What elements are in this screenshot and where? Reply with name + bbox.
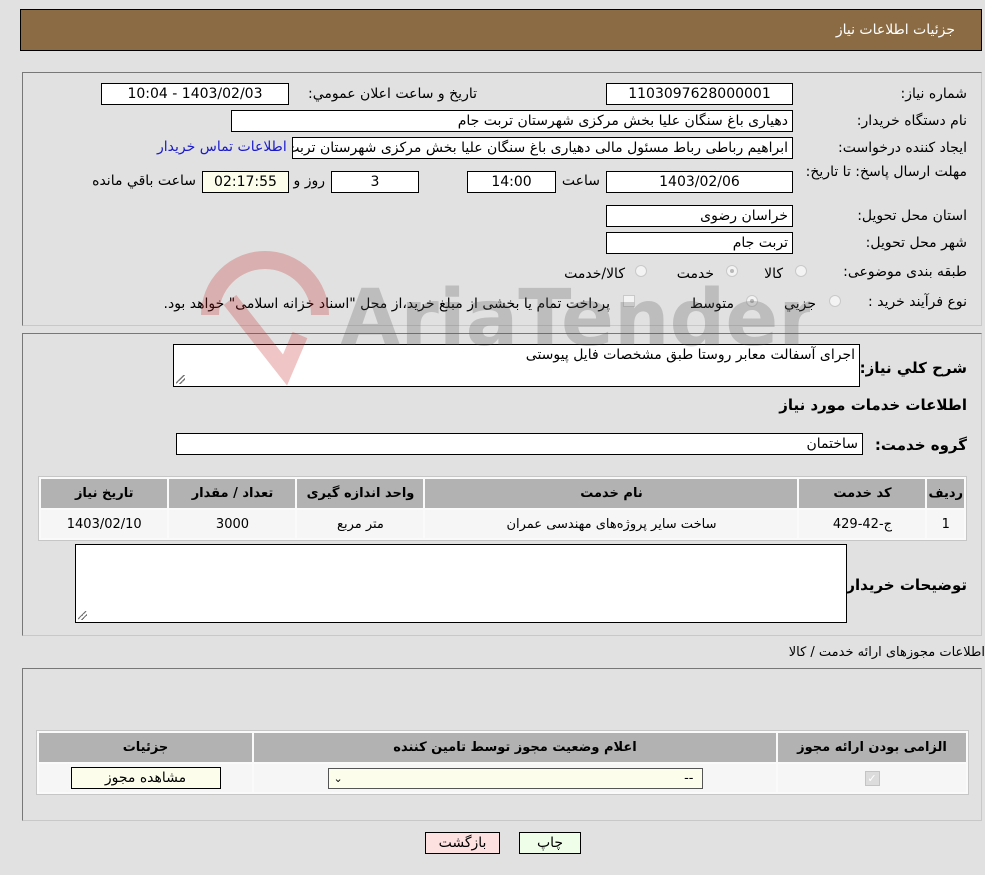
city-label: شهر محل تحویل:: [865, 235, 967, 251]
permits-table-header: الزامی بودن ارائه مجوز اعلام وضعیت مجوز …: [39, 733, 966, 762]
chevron-down-icon: ⌄: [333, 771, 343, 785]
col-quantity: تعداد / مقدار: [169, 479, 296, 508]
col-permit-details: جزئیات: [39, 733, 252, 762]
col-permit-status: اعلام وضعیت مجوز توسط تامین کننده: [254, 733, 776, 762]
category-radio-goods[interactable]: [795, 265, 807, 277]
description-textarea[interactable]: اجرای آسفالت معابر روستا طبق مشخصات فایل…: [173, 344, 860, 387]
print-button[interactable]: چاپ: [519, 832, 581, 854]
cell-row-number: 1: [927, 510, 964, 538]
requester-field[interactable]: ابراهیم رباطی رباط مسئول مالی دهیاری باغ…: [292, 137, 793, 159]
announce-field[interactable]: 1403/02/03 - 10:04: [101, 83, 289, 105]
buyer-notes-textarea[interactable]: [75, 544, 847, 623]
col-row-number: ردیف: [927, 479, 964, 508]
process-medium-label: متوسط: [690, 296, 734, 312]
col-need-date: تاریخ نیاز: [41, 479, 168, 508]
need-number-field[interactable]: 1103097628000001: [606, 83, 793, 105]
table-row: ✓ ⌄ -- مشاهده مجوز: [39, 764, 966, 792]
city-field[interactable]: تربت جام: [606, 232, 793, 254]
process-label: نوع فرآیند خرید :: [868, 294, 967, 310]
need-number-label: شماره نیاز:: [900, 86, 968, 102]
days-label: روز و: [293, 173, 326, 189]
treasury-checkbox[interactable]: [623, 295, 635, 307]
cell-permit-status: ⌄ --: [254, 764, 776, 792]
deadline-time-label: ساعت: [561, 173, 600, 189]
table-row: 1 ج-42-429 ساخت سایر پروژه‌های مهندسی عم…: [41, 510, 964, 538]
permits-table: الزامی بودن ارائه مجوز اعلام وضعیت مجوز …: [36, 730, 969, 795]
check-icon: ✓: [867, 771, 877, 785]
requester-label: ایجاد کننده درخواست:: [838, 140, 967, 156]
permit-status-select[interactable]: ⌄ --: [327, 767, 703, 789]
category-radio-goods-service[interactable]: [635, 265, 647, 277]
resize-handle-icon[interactable]: [78, 611, 87, 620]
cell-need-date: 1403/02/10: [41, 510, 168, 538]
category-label: طبقه بندی موضوعی:: [843, 264, 967, 280]
process-radio-medium[interactable]: [746, 295, 758, 307]
col-service-code: کد خدمت: [799, 479, 926, 508]
category-goods-service-label: کالا/خدمت: [564, 266, 625, 282]
process-radio-minor[interactable]: [829, 295, 841, 307]
view-permit-button[interactable]: مشاهده مجوز: [70, 767, 221, 789]
permit-required-checkbox[interactable]: ✓: [864, 770, 880, 786]
services-section-title: اطلاعات خدمات مورد نیاز: [779, 396, 967, 414]
buyer-org-field[interactable]: دهیاری باغ سنگان علیا بخش مرکزی شهرستان …: [231, 110, 793, 132]
cell-quantity: 3000: [169, 510, 296, 538]
cell-permit-details: مشاهده مجوز: [39, 764, 252, 792]
page-title: جزئیات اطلاعات نیاز: [835, 22, 955, 38]
category-service-label: خدمت: [676, 266, 714, 282]
treasury-note: پرداخت تمام یا بخشی از مبلغ خرید،از محل …: [163, 296, 610, 312]
cell-permit-required: ✓: [778, 764, 966, 792]
days-field[interactable]: 3: [331, 171, 419, 193]
province-field[interactable]: خراسان رضوی: [606, 205, 793, 227]
category-radio-service[interactable]: [726, 265, 738, 277]
back-button[interactable]: بازگشت: [425, 832, 500, 854]
col-unit: واحد اندازه گیری: [297, 479, 424, 508]
description-label: شرح کلي نیاز:: [859, 359, 967, 377]
permits-section-title: اطلاعات مجوزهای ارائه خدمت / کالا: [788, 645, 985, 660]
resize-handle-icon[interactable]: [176, 375, 185, 384]
cell-unit: متر مربع: [297, 510, 424, 538]
cell-service-code: ج-42-429: [799, 510, 926, 538]
page-header: جزئیات اطلاعات نیاز: [20, 9, 982, 51]
services-table-header: ردیف کد خدمت نام خدمت واحد اندازه گیری ت…: [41, 479, 964, 508]
buyer-notes-label: توضیحات خریدار:: [840, 576, 967, 594]
remaining-time-field: 02:17:55: [202, 171, 289, 193]
col-service-name: نام خدمت: [425, 479, 798, 508]
deadline-time-field[interactable]: 14:00: [467, 171, 556, 193]
cell-service-name: ساخت سایر پروژه‌های مهندسی عمران: [425, 510, 798, 538]
permit-status-value: --: [684, 770, 694, 786]
services-table: ردیف کد خدمت نام خدمت واحد اندازه گیری ت…: [38, 476, 967, 541]
service-group-field[interactable]: ساختمان: [176, 433, 863, 455]
announce-label: تاریخ و ساعت اعلان عمومي:: [308, 86, 477, 102]
buyer-contact-link[interactable]: اطلاعات تماس خریدار: [157, 139, 287, 155]
province-label: استان محل تحویل:: [857, 208, 967, 224]
service-group-label: گروه خدمت:: [874, 436, 967, 454]
process-minor-label: جزيي: [784, 296, 816, 312]
remaining-label: ساعت باقي مانده: [92, 173, 196, 189]
deadline-date-field[interactable]: 1403/02/06: [606, 171, 793, 193]
col-permit-required: الزامی بودن ارائه مجوز: [778, 733, 966, 762]
category-goods-label: کالا: [764, 266, 783, 282]
buyer-org-label: نام دستگاه خریدار:: [856, 113, 967, 129]
description-text: اجرای آسفالت معابر روستا طبق مشخصات فایل…: [525, 347, 855, 363]
deadline-label: مهلت ارسال پاسخ: تا تاریخ:: [805, 164, 967, 180]
